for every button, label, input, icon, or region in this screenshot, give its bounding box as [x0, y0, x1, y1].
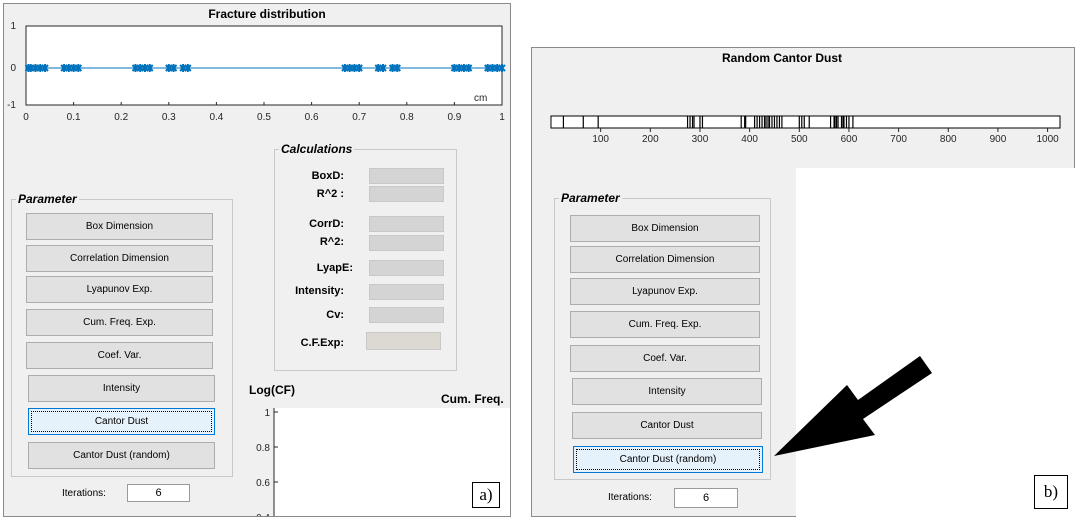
cf-y-tick-label: 0.4 — [256, 513, 270, 516]
x-tick-label: 0.6 — [305, 112, 319, 123]
cv-label: Cv: — [326, 309, 344, 321]
cf-plot-title: Cum. Freq. — [441, 392, 504, 406]
arrow-icon — [774, 356, 932, 456]
boxd-value — [369, 168, 444, 184]
intensity-button[interactable]: Intensity — [28, 375, 215, 402]
lyape-value — [369, 260, 444, 276]
fracture-plot-axes — [25, 25, 503, 106]
corrd-label: CorrD: — [309, 218, 344, 230]
cum-freq-exp-button-b[interactable]: Cum. Freq. Exp. — [570, 311, 760, 338]
fracture-distribution-plot: 1 0 -1 0 0.1 0.2 0.3 0.4 0.5 0.6 0.7 0.8 0.9 1 cm — [7, 21, 506, 123]
cantor-x-tick-label: 600 — [841, 134, 858, 145]
cantor-dust-button[interactable]: Cantor Dust — [28, 408, 215, 435]
parameter-group-a: Parameter — [11, 192, 233, 477]
boxd-label: BoxD: — [311, 170, 344, 182]
cf-ylabel: Log(CF) — [249, 383, 295, 397]
cantor-x-tick-label: 400 — [741, 134, 758, 145]
y-tick-label: 0 — [10, 63, 16, 74]
x-tick-label: 0.4 — [209, 112, 223, 123]
panel-b-label: b) — [1034, 475, 1068, 509]
panel-b-label-text: b) — [1043, 482, 1059, 501]
parameter-title-b: Parameter — [559, 191, 622, 205]
panel-a-label: a) — [472, 482, 500, 508]
x-unit-label: cm — [474, 93, 487, 104]
cf-y-tick-label: 0.8 — [256, 443, 270, 454]
x-tick-label: 0.3 — [162, 112, 176, 123]
panel-a-window: Fracture distribution 1 0 -1 0 0.1 0.2 0.3 0.4… — [3, 3, 511, 517]
cantor-x-tick-label: 800 — [940, 134, 957, 145]
intensity-calc-value — [369, 284, 444, 300]
r2-corr-label: R^2: — [319, 236, 344, 248]
cantor-dust-button-b[interactable]: Cantor Dust — [572, 412, 762, 439]
x-tick-label: 0.2 — [114, 112, 128, 123]
cfexp-value — [366, 332, 441, 350]
intensity-button-b[interactable]: Intensity — [572, 378, 762, 405]
intensity-calc-label: Intensity: — [295, 285, 344, 297]
y-tick-label: -1 — [7, 100, 16, 111]
correlation-dimension-button[interactable]: Correlation Dimension — [26, 245, 213, 272]
lyapunov-exp-button-b[interactable]: Lyapunov Exp. — [570, 278, 760, 305]
x-tick-label: 0.7 — [352, 112, 366, 123]
x-tick-label: 0 — [23, 112, 29, 123]
correlation-dimension-button-b[interactable]: Correlation Dimension — [570, 246, 760, 273]
x-tick-label: 0.9 — [447, 112, 461, 123]
x-tick-label: 0.8 — [400, 112, 414, 123]
calculations-title: Calculations — [279, 142, 355, 156]
r2-corr-value — [369, 235, 444, 251]
cfexp-label: C.F.Exp: — [300, 337, 344, 349]
cantor-dust-random-button[interactable]: Cantor Dust (random) — [28, 442, 215, 469]
cv-value — [369, 307, 444, 323]
cantor-x-tick-label: 500 — [791, 134, 808, 145]
cantor-dust-random-button-b[interactable]: Cantor Dust (random) — [573, 446, 763, 473]
cantor-x-tick-label: 700 — [890, 134, 907, 145]
r2-box-value — [369, 186, 444, 202]
cum-freq-exp-button[interactable]: Cum. Freq. Exp. — [26, 309, 213, 336]
panel-b-window: Random Cantor Dust 100 200 300 400 500 600 700… — [531, 47, 1075, 517]
cantor-x-tick-label: 1000 — [1036, 134, 1059, 145]
cf-y-tick-label: 0.6 — [256, 478, 270, 489]
coef-var-button-b[interactable]: Coef. Var. — [570, 345, 760, 372]
cf-y-tick-label: 1 — [264, 408, 270, 419]
iterations-input-b[interactable]: 6 — [674, 488, 738, 508]
box-dimension-button-b[interactable]: Box Dimension — [570, 215, 760, 242]
y-tick-label: 1 — [10, 21, 16, 32]
cf-plot-axis: 1 0.8 0.6 0.4 — [256, 408, 278, 516]
cantor-x-tick-label: 900 — [990, 134, 1007, 145]
r2-box-label: R^2 : — [316, 188, 344, 200]
cantor-x-tick-label: 200 — [642, 134, 659, 145]
iterations-input[interactable]: 6 — [127, 484, 190, 502]
coef-var-button[interactable]: Coef. Var. — [26, 342, 213, 369]
box-dimension-button[interactable]: Box Dimension — [26, 213, 213, 240]
iterations-label: Iterations: — [62, 488, 106, 499]
panel-a-label-text: a) — [479, 485, 493, 504]
lyapunov-exp-button[interactable]: Lyapunov Exp. — [26, 276, 213, 303]
x-tick-label: 0.1 — [67, 112, 81, 123]
iterations-label-b: Iterations: — [608, 492, 652, 503]
random-cantor-dust-plot: 100 200 300 400 500 600 700 800 900 1000 — [550, 115, 1061, 145]
x-tick-label: 1 — [499, 112, 505, 123]
corrd-value — [369, 216, 444, 232]
x-tick-label: 0.5 — [257, 112, 271, 123]
cantor-x-tick-label: 300 — [692, 134, 709, 145]
cantor-x-tick-label: 100 — [592, 134, 609, 145]
lyape-label: LyapE: — [316, 262, 353, 274]
cantor-bar-frame — [550, 115, 1061, 129]
parameter-title: Parameter — [16, 192, 79, 206]
